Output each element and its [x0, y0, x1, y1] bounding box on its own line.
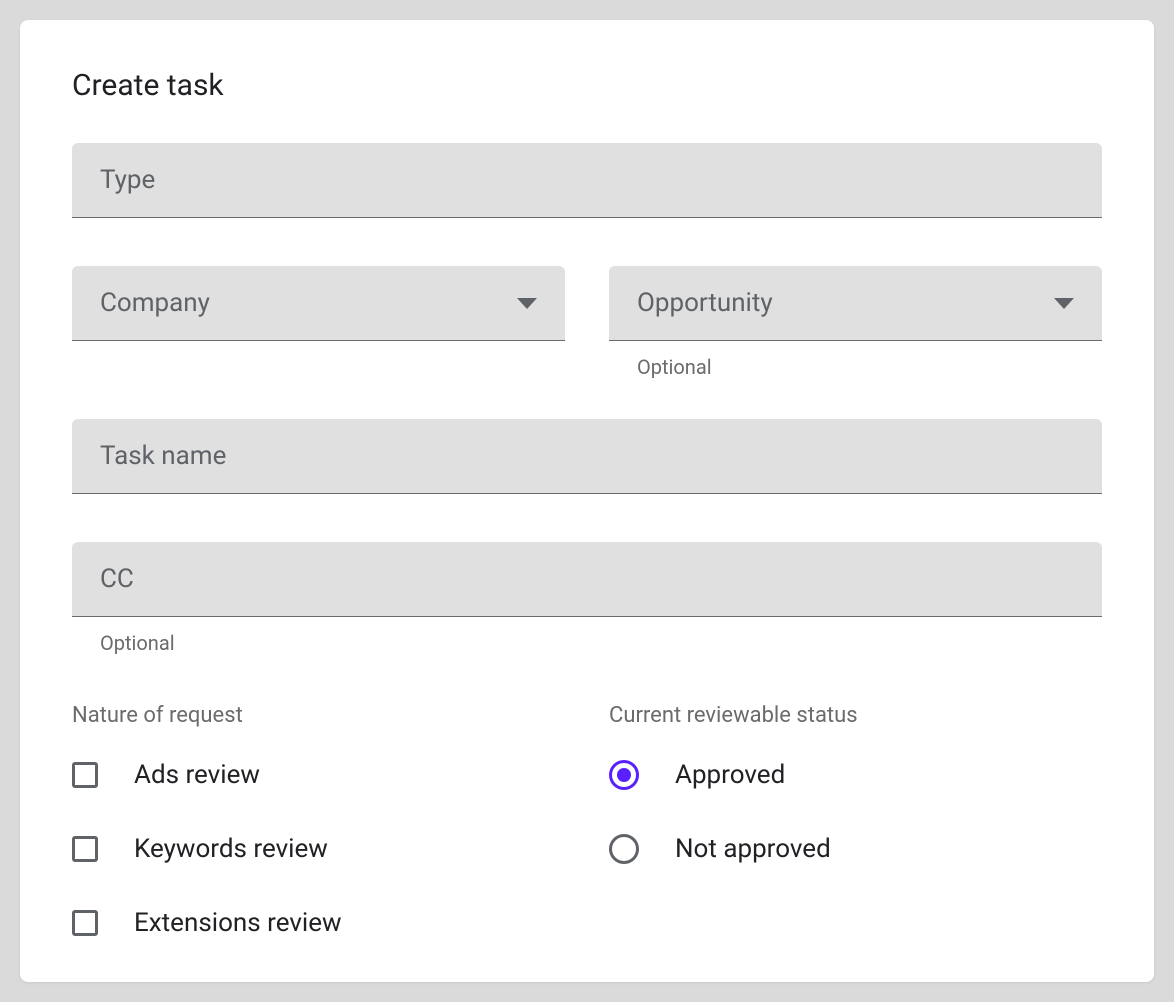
- checkbox-label: Ads review: [134, 760, 260, 790]
- nature-of-request-title: Nature of request: [72, 703, 565, 728]
- checkbox-keywords-review[interactable]: Keywords review: [72, 834, 565, 864]
- radio-label: Approved: [675, 760, 785, 790]
- task-name-input[interactable]: Task name: [72, 419, 1102, 494]
- opportunity-label: Opportunity: [637, 288, 773, 318]
- chevron-down-icon: [1054, 298, 1074, 309]
- opportunity-group: Opportunity Optional: [609, 266, 1102, 379]
- nature-of-request-section: Nature of request Ads review Keywords re…: [72, 703, 565, 982]
- checkbox-icon: [72, 910, 98, 936]
- type-field-group: Type: [72, 143, 1102, 218]
- company-label: Company: [100, 288, 210, 318]
- chevron-down-icon: [517, 298, 537, 309]
- checkbox-ads-review[interactable]: Ads review: [72, 760, 565, 790]
- checkbox-extensions-review[interactable]: Extensions review: [72, 908, 565, 938]
- checkbox-label: Extensions review: [134, 908, 342, 938]
- cc-helper: Optional: [100, 631, 1102, 655]
- radio-icon: [609, 834, 639, 864]
- reviewable-status-section: Current reviewable status Approved Not a…: [609, 703, 1102, 982]
- create-task-card: Create task Type Company Opportunity Opt…: [20, 20, 1154, 982]
- radio-not-approved[interactable]: Not approved: [609, 834, 1102, 864]
- page-title: Create task: [72, 68, 1102, 103]
- company-select[interactable]: Company: [72, 266, 565, 341]
- radio-icon: [609, 760, 639, 790]
- checkbox-icon: [72, 836, 98, 862]
- type-label: Type: [100, 165, 155, 195]
- company-group: Company: [72, 266, 565, 379]
- radio-approved[interactable]: Approved: [609, 760, 1102, 790]
- task-name-field-group: Task name: [72, 419, 1102, 494]
- checkbox-icon: [72, 762, 98, 788]
- company-opportunity-row: Company Opportunity Optional: [72, 266, 1102, 379]
- radio-label: Not approved: [675, 834, 831, 864]
- opportunity-select[interactable]: Opportunity: [609, 266, 1102, 341]
- reviewable-status-title: Current reviewable status: [609, 703, 1102, 728]
- opportunity-helper: Optional: [637, 355, 1102, 379]
- checkbox-label: Keywords review: [134, 834, 328, 864]
- sections-row: Nature of request Ads review Keywords re…: [72, 703, 1102, 982]
- type-field[interactable]: Type: [72, 143, 1102, 218]
- cc-field-group: CC Optional: [72, 542, 1102, 655]
- task-name-label: Task name: [100, 441, 226, 471]
- cc-input[interactable]: CC: [72, 542, 1102, 617]
- cc-label: CC: [100, 564, 134, 594]
